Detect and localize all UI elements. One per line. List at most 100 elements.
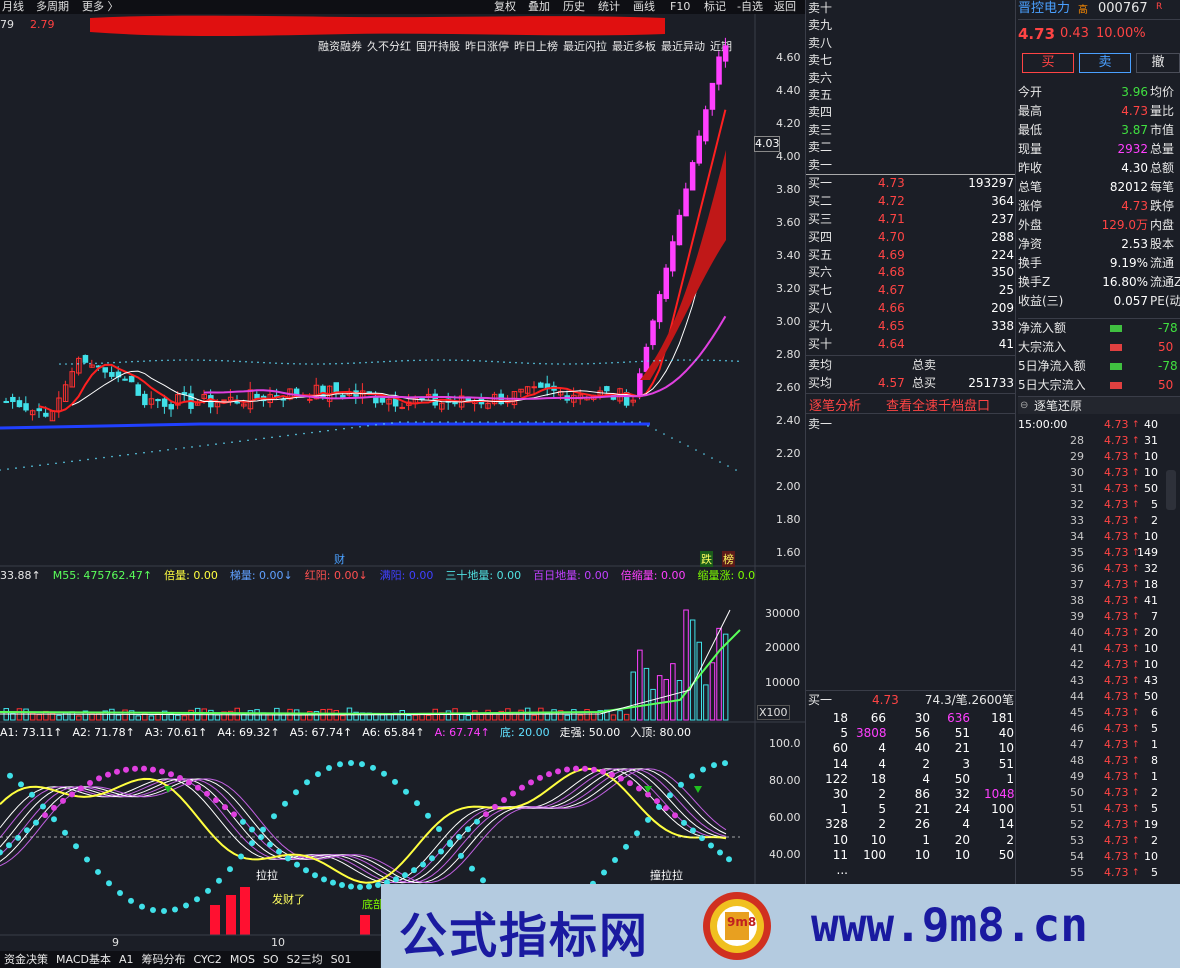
tab-fund-decision[interactable]: 资金决策 bbox=[4, 953, 48, 966]
tab-s01[interactable]: S01 bbox=[331, 953, 352, 966]
guide-dot bbox=[511, 421, 513, 423]
osc-dot bbox=[681, 819, 687, 826]
tick-scrollbar[interactable] bbox=[1166, 470, 1176, 510]
guide-dot bbox=[383, 423, 385, 425]
chart-canvas[interactable] bbox=[0, 0, 805, 968]
guide-dot bbox=[113, 361, 115, 364]
guide-dot bbox=[425, 359, 427, 361]
osc-legend-item: A4: 69.32↑ bbox=[217, 726, 280, 739]
volume-unit-button[interactable]: X100 bbox=[757, 705, 790, 720]
guide-dot bbox=[125, 361, 127, 363]
guide-dot bbox=[31, 465, 33, 467]
guide-dot bbox=[119, 454, 121, 457]
osc-dot bbox=[78, 785, 84, 792]
buy-level[interactable]: 买九 4.65 338 bbox=[808, 318, 1016, 336]
osc-dot bbox=[564, 766, 570, 773]
osc-dot bbox=[123, 766, 129, 773]
buy-level[interactable]: 买四 4.70 288 bbox=[808, 229, 1016, 247]
buy-level[interactable]: 买五 4.69 224 bbox=[808, 247, 1016, 265]
volume-legend-item: M55: 475762.47↑ bbox=[52, 569, 153, 582]
guide-dot bbox=[255, 438, 257, 441]
quote-row: 外盘 129.0万 内盘 bbox=[1018, 218, 1175, 232]
guide-dot bbox=[463, 421, 465, 423]
quote-row: 换手 9.19% 流通 bbox=[1018, 256, 1175, 270]
sell-button[interactable]: 卖 bbox=[1079, 53, 1131, 73]
finance-marker[interactable]: 财 bbox=[334, 551, 345, 567]
sell-level[interactable]: 卖十 bbox=[808, 0, 1016, 17]
guide-dot bbox=[175, 448, 177, 450]
guide-dot bbox=[191, 446, 193, 448]
volume-bar bbox=[571, 709, 577, 721]
buy-level[interactable]: 买七 4.67 25 bbox=[808, 282, 1016, 300]
signal-bar bbox=[210, 905, 220, 935]
sell-level[interactable]: 卖六 bbox=[808, 70, 1016, 87]
volume-bar bbox=[716, 627, 722, 721]
buy-level[interactable]: 买八 4.66 209 bbox=[808, 300, 1016, 318]
list-marker[interactable]: 榜 bbox=[722, 551, 735, 567]
buy-level[interactable]: 买一 4.73 193297 bbox=[808, 175, 1016, 193]
cancel-button[interactable]: 撤 bbox=[1136, 53, 1180, 73]
sell-level[interactable]: 卖二 bbox=[808, 139, 1016, 156]
buy-level[interactable]: 买三 4.71 237 bbox=[808, 211, 1016, 229]
osc-dot bbox=[656, 804, 662, 811]
guide-dot bbox=[659, 359, 661, 362]
tick-row: 39 4.73 ↑ 7 bbox=[1070, 610, 1158, 623]
osc-dot bbox=[96, 775, 102, 782]
osc-dot bbox=[172, 906, 178, 913]
collapse-icon[interactable]: ⊖ bbox=[1020, 397, 1028, 415]
tab-a1[interactable]: A1 bbox=[119, 953, 134, 966]
tab-macd[interactable]: MACD基本 bbox=[56, 953, 111, 966]
tick-row: 44 4.73 ↑ 50 bbox=[1070, 690, 1158, 703]
sell-level[interactable]: 卖七 bbox=[808, 52, 1016, 69]
tab-s2[interactable]: S2三均 bbox=[287, 953, 323, 966]
osc-dot bbox=[42, 812, 48, 819]
osc-dot bbox=[546, 771, 552, 778]
sell-level[interactable]: 卖八 bbox=[808, 35, 1016, 52]
osc-dot bbox=[678, 781, 684, 788]
buy-level[interactable]: 买六 4.68 350 bbox=[808, 264, 1016, 282]
guide-dot bbox=[467, 359, 469, 362]
sell-level[interactable]: 卖四 bbox=[808, 104, 1016, 121]
tab-cyc2[interactable]: CYC2 bbox=[194, 953, 222, 966]
candle-body bbox=[10, 396, 16, 403]
guide-dot bbox=[87, 458, 89, 461]
tick-row: 51 4.73 ↑ 5 bbox=[1070, 802, 1158, 815]
osc-dot bbox=[106, 880, 112, 887]
candle-body bbox=[3, 400, 9, 403]
sell-level[interactable]: 卖五 bbox=[808, 87, 1016, 104]
stock-name[interactable]: 晋控电力 bbox=[1018, 0, 1070, 18]
full-depth-link[interactable]: 查看全速千档盘口 bbox=[886, 395, 990, 414]
guide-dot bbox=[491, 360, 493, 363]
volume-legend-item: 33.88↑ bbox=[0, 569, 41, 582]
osc-dot bbox=[62, 829, 68, 836]
tick-analysis-link[interactable]: 逐笔分析 bbox=[809, 395, 861, 414]
osc-dot bbox=[267, 841, 273, 848]
sell-level[interactable]: 卖一 bbox=[808, 157, 1016, 174]
tab-so[interactable]: SO bbox=[263, 953, 279, 966]
buy-level[interactable]: 买十 4.64 41 bbox=[808, 336, 1016, 354]
osc-dot bbox=[282, 800, 288, 807]
fall-marker[interactable]: 跌 bbox=[700, 551, 713, 567]
watermark-logo: 9m8 bbox=[727, 915, 757, 929]
tab-mos[interactable]: MOS bbox=[230, 953, 255, 966]
volume-bar bbox=[148, 715, 155, 721]
buy-level[interactable]: 买二 4.72 364 bbox=[808, 193, 1016, 211]
guide-dot bbox=[647, 425, 649, 427]
sell-level[interactable]: 卖三 bbox=[808, 122, 1016, 139]
guide-dot bbox=[591, 421, 593, 423]
buy-button[interactable]: 买 bbox=[1022, 53, 1074, 73]
candle-body bbox=[676, 214, 683, 246]
osc-dot bbox=[447, 839, 453, 846]
osc-dot bbox=[303, 867, 309, 874]
tab-chip-distribution[interactable]: 筹码分布 bbox=[142, 953, 186, 966]
guide-dot bbox=[203, 359, 205, 361]
guide-dot bbox=[671, 359, 673, 362]
osc-dot bbox=[672, 812, 678, 819]
volume-bar bbox=[181, 715, 188, 721]
candle-body bbox=[722, 45, 729, 62]
sell-level[interactable]: 卖九 bbox=[808, 17, 1016, 34]
guide-dot bbox=[185, 359, 187, 361]
guide-dot bbox=[719, 461, 721, 463]
sell-orders: 卖十 卖九 卖八 卖七 卖六 卖五 卖四 卖三 卖二 卖一 bbox=[808, 0, 1016, 174]
volume-bar bbox=[709, 662, 716, 721]
